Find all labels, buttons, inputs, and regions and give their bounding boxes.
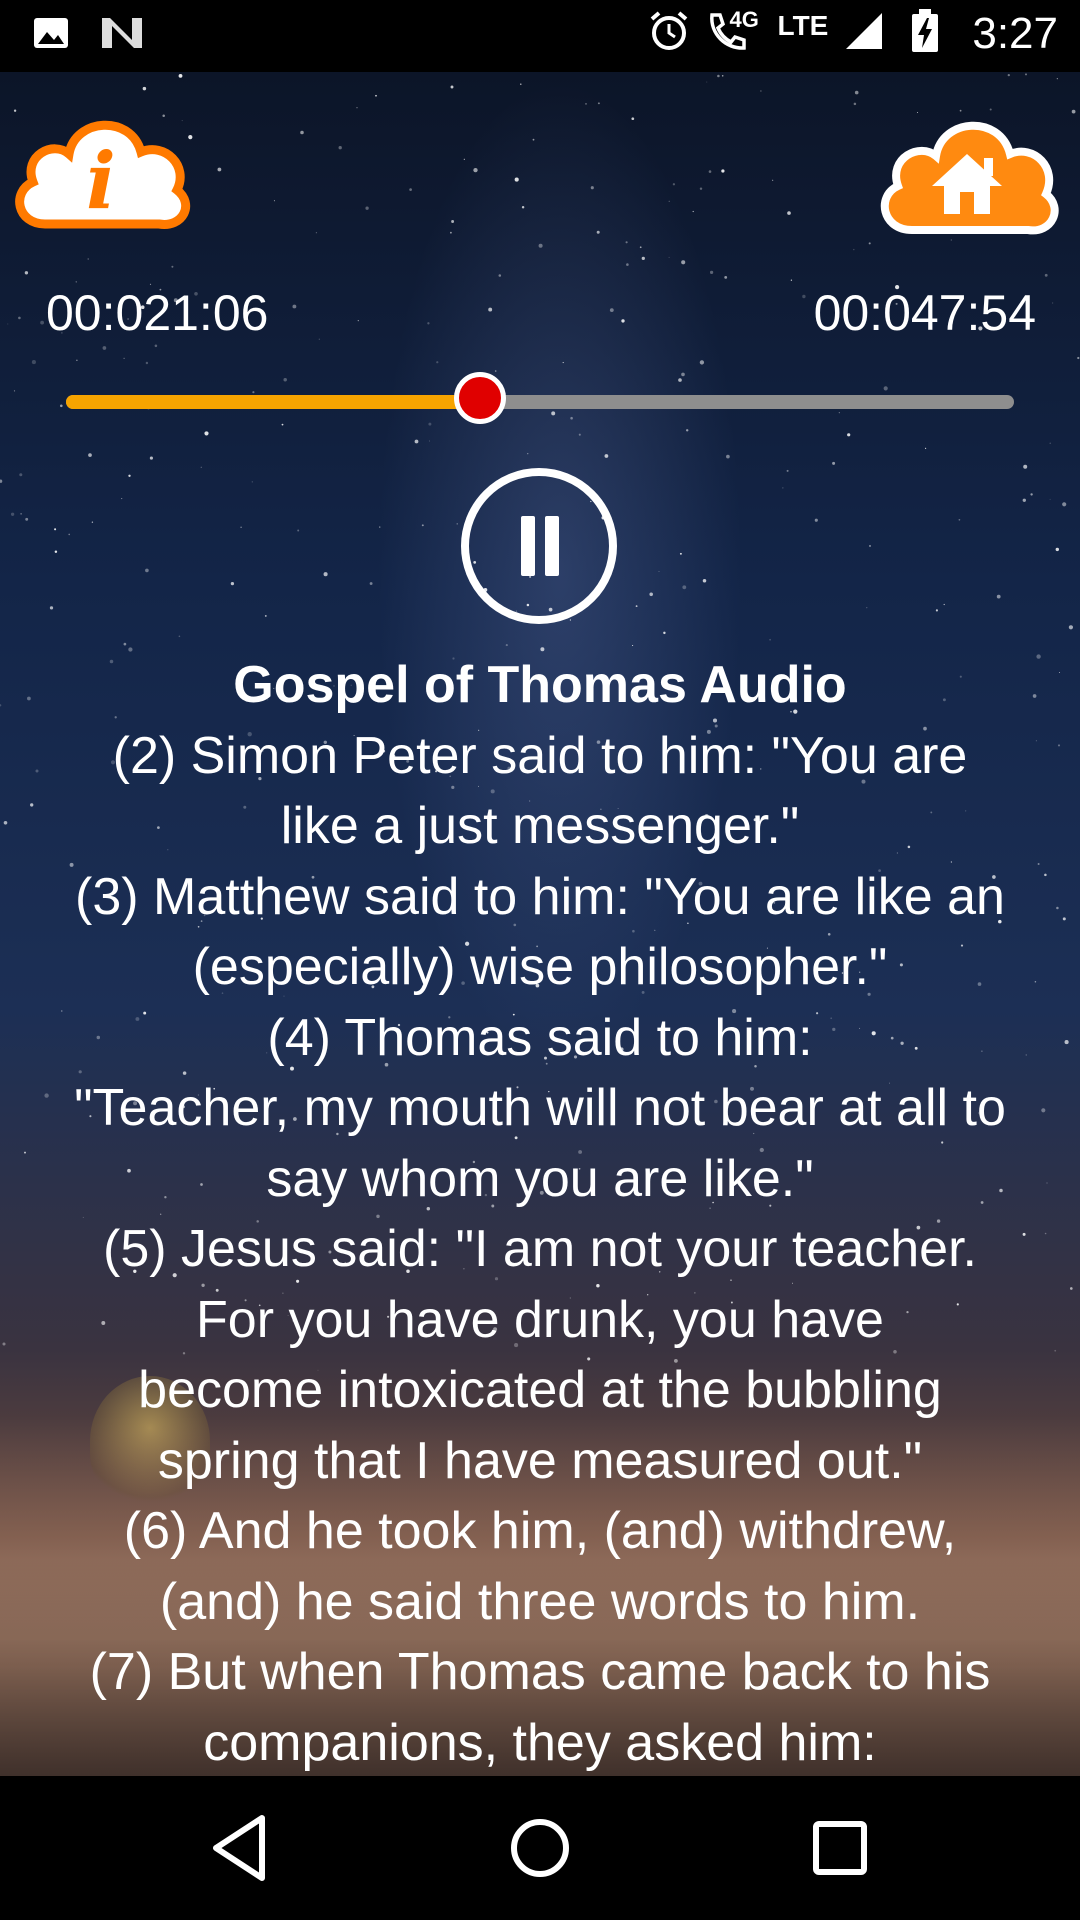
back-icon	[213, 1815, 265, 1881]
signal-icon	[842, 9, 886, 58]
status-time: 3:27	[972, 8, 1058, 58]
recents-icon	[813, 1821, 867, 1875]
current-time: 00:021:06	[46, 285, 269, 341]
text-line: (7) But when Thomas came back to his	[89, 1643, 991, 1701]
seek-thumb[interactable]	[454, 372, 507, 424]
text-line: (especially) wise philosopher."	[192, 938, 888, 996]
player-screen: i 00:021:06 00:047:54 Gospel of Thomas A…	[0, 72, 1080, 1776]
text-line: become intoxicated at the bubbling	[138, 1361, 942, 1419]
wifi-call-icon: 4G	[704, 7, 759, 58]
home-circle-icon	[511, 1819, 569, 1877]
status-bar: 4G LTE 3:27	[0, 0, 1080, 72]
transcript-text: Gospel of Thomas Audio (2) Simon Peter s…	[0, 650, 1080, 1776]
text-line: like a just messenger."	[280, 797, 800, 855]
text-line: (5) Jesus said: "I am not your teacher.	[103, 1220, 977, 1278]
n-notification-icon	[100, 14, 144, 57]
info-cloud-icon: i	[15, 120, 191, 229]
svg-text:i: i	[86, 136, 116, 227]
text-line: spring that I have measured out."	[157, 1431, 923, 1490]
seek-bar[interactable]	[66, 372, 1014, 424]
text-line: say whom you are like."	[266, 1149, 814, 1208]
text-line: (3) Matthew said to him: "You are like a…	[75, 867, 1005, 926]
text-line: For you have drunk, you have	[196, 1290, 884, 1349]
text-line: (6) And he took him, (and) withdrew,	[123, 1502, 957, 1560]
text-line: (4) Thomas said to him:	[267, 1008, 813, 1067]
text-line: "Teacher, my mouth will not bear at all …	[74, 1079, 1006, 1137]
text-line: (and) he said three words to him.	[159, 1572, 921, 1631]
home-nav-button[interactable]	[502, 1810, 578, 1886]
network-4g-label: 4G	[729, 7, 759, 32]
home-cloud-icon	[880, 121, 1059, 235]
alarm-icon	[648, 10, 690, 57]
recents-button[interactable]	[802, 1810, 878, 1886]
image-icon	[32, 14, 70, 57]
audio-title: Gospel of Thomas Audio	[233, 656, 847, 714]
text-line: companions, they asked him:	[203, 1713, 877, 1772]
info-button[interactable]: i	[5, 96, 195, 246]
navigation-bar	[0, 1776, 1080, 1920]
text-line: (2) Simon Peter said to him: "You are	[112, 726, 968, 785]
pause-button[interactable]	[461, 468, 617, 624]
back-button[interactable]	[204, 1810, 280, 1886]
seek-progress	[66, 395, 481, 409]
battery-charging-icon	[910, 8, 940, 59]
home-button[interactable]	[872, 96, 1062, 246]
network-lte-label: LTE	[777, 9, 829, 41]
total-time: 00:047:54	[813, 285, 1036, 341]
